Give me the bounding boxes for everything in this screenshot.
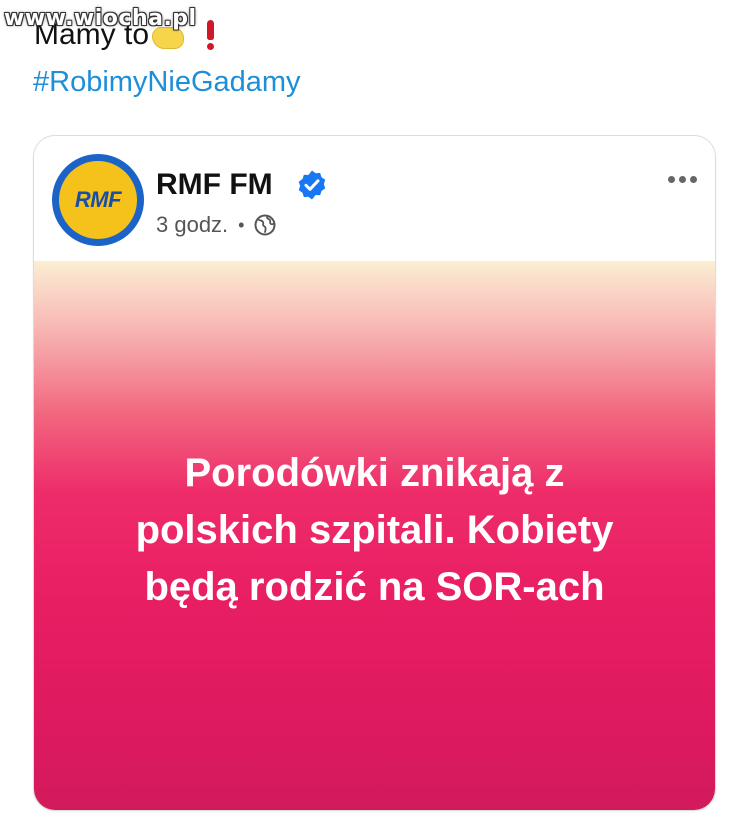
banner-line: Porodówki znikają z xyxy=(184,451,565,495)
banner-line: polskich szpitali. Kobiety xyxy=(135,508,614,552)
meta-separator: • xyxy=(238,214,245,235)
avatar[interactable]: RMF xyxy=(52,154,144,246)
avatar-logo-text: RMF xyxy=(74,187,122,212)
banner-line: będą rodzić na SOR-ach xyxy=(144,565,605,609)
more-options-icon[interactable] xyxy=(668,176,697,183)
verified-icon xyxy=(298,170,326,200)
globe-icon xyxy=(254,214,276,236)
exclamation-icon xyxy=(207,20,215,50)
watermark: www.wiocha.pl xyxy=(4,6,197,31)
page-name[interactable]: RMF FM xyxy=(156,168,273,202)
post-meta: 3 godz. • xyxy=(156,212,276,238)
avatar-logo: RMF xyxy=(59,161,137,239)
hashtag-link[interactable]: #RobimyNieGadamy xyxy=(33,66,301,99)
post-time[interactable]: 3 godz. xyxy=(156,212,228,238)
banner-headline: Porodówki znikają z polskich szpitali. K… xyxy=(75,445,675,616)
embedded-post-card[interactable]: RMF RMF FM 3 godz. • Porodówki znikają z… xyxy=(33,135,716,811)
post-image-banner[interactable]: Porodówki znikają z polskich szpitali. K… xyxy=(34,261,715,810)
